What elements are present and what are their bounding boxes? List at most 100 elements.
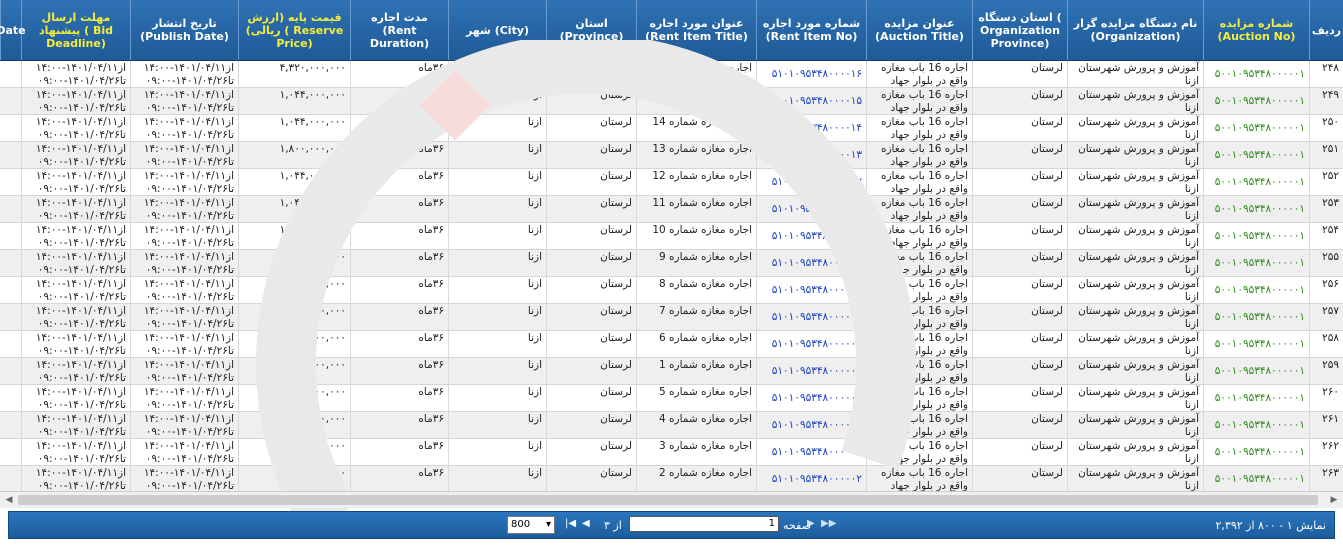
cell-auction-no[interactable]: ۵۰۰۱۰۹۵۳۴۸۰۰۰۰۰۱ [1203, 250, 1309, 277]
cell-rent-item-no[interactable]: ۵۱۰۱۰۹۵۳۴۸۰۰۰۰۰۱ [756, 358, 866, 385]
cell-rent-item-no[interactable]: ۵۱۰۱۰۹۵۳۴۸۰۰۰۰۱۶ [756, 61, 866, 88]
cell-auction-no[interactable]: ۵۰۰۱۰۹۵۳۴۸۰۰۰۰۰۱ [1203, 61, 1309, 88]
table-row[interactable]: ۲۶۱ ۵۰۰۱۰۹۵۳۴۸۰۰۰۰۰۱ آموزش و پرورش شهرستان… [0, 412, 1343, 439]
column-header-price[interactable]: قیمت پایه (ارزش ریالی) ( Reserve Price) [238, 0, 350, 60]
cell-rent-item-title: اجاره مغازه شماره 4 [636, 412, 756, 439]
cell-auction-title: اجاره 16 باب مغازه واقع در بلوار جهاد [866, 61, 972, 88]
table-row[interactable]: ۲۴۸ ۵۰۰۱۰۹۵۳۴۸۰۰۰۰۰۱ آموزش و پرورش شهرستان… [0, 61, 1343, 88]
column-header-rent-item-title[interactable]: عنوان مورد اجاره (Rent Item Title) [636, 0, 756, 60]
column-header-rent-item-no[interactable]: شماره مورد اجاره (Rent Item No) [756, 0, 866, 60]
column-header-auction-title[interactable]: عنوان مزایده (Auction Title) [866, 0, 972, 60]
cell-row: ۲۶۱ [1309, 412, 1343, 439]
scroll-left-icon[interactable]: ◀ [2, 494, 16, 506]
table-row[interactable]: ۲۵۰ ۵۰۰۱۰۹۵۳۴۸۰۰۰۰۰۱ آموزش و پرورش شهرستان… [0, 115, 1343, 142]
cell-row: ۲۵۹ [1309, 358, 1343, 385]
cell-auction-title: اجاره 16 باب مغازه واقع در بلوار جهاد [866, 88, 972, 115]
cell-auction-no[interactable]: ۵۰۰۱۰۹۵۳۴۸۰۰۰۰۰۱ [1203, 196, 1309, 223]
cell-rent-item-no[interactable]: ۵۱۰۱۰۹۵۳۴۸۰۰۰۰۱۳ [756, 142, 866, 169]
column-header-org-province[interactable]: استان دستگاه ( Organization Province) [972, 0, 1067, 60]
table-row[interactable]: ۲۵۶ ۵۰۰۱۰۹۵۳۴۸۰۰۰۰۰۱ آموزش و پرورش شهرستان… [0, 277, 1343, 304]
column-header-publish[interactable]: تاریخ انتشار (Publish Date) [130, 0, 238, 60]
cell-rent-item-no[interactable]: ۵۱۰۱۰۹۵۳۴۸۰۰۰۰۰۳ [756, 439, 866, 466]
cell-auction-no[interactable]: ۵۰۰۱۰۹۵۳۴۸۰۰۰۰۰۱ [1203, 115, 1309, 142]
first-page-icon[interactable]: |◀ [565, 518, 576, 529]
scroll-right-icon[interactable]: ▶ [1327, 494, 1341, 506]
table-row[interactable]: ۲۵۲ ۵۰۰۱۰۹۵۳۴۸۰۰۰۰۰۱ آموزش و پرورش شهرستان… [0, 169, 1343, 196]
cell-rent-item-no[interactable]: ۵۱۰۱۰۹۵۳۴۸۰۰۰۰۰۷ [756, 304, 866, 331]
cell-rent-item-no[interactable]: ۵۱۰۱۰۹۵۳۴۸۰۰۰۰۰۵ [756, 385, 866, 412]
column-header-duration[interactable]: مدت اجاره (Rent Duration) [350, 0, 448, 60]
column-header-auction-no[interactable]: شماره مزایده (Auction No) [1203, 0, 1309, 60]
cell-duration: ۳۶ماه [350, 142, 448, 169]
cell-rent-item-no[interactable]: ۵۱۰۱۰۹۵۳۴۸۰۰۰۰۱۱ [756, 196, 866, 223]
column-header-province[interactable]: استان (Province) [546, 0, 636, 60]
column-header-deadline[interactable]: مهلت ارسال پیشنهاد ( Bid Deadline) [21, 0, 130, 60]
cell-auction-no[interactable]: ۵۰۰۱۰۹۵۳۴۸۰۰۰۰۰۱ [1203, 223, 1309, 250]
cell-auction-no[interactable]: ۵۰۰۱۰۹۵۳۴۸۰۰۰۰۰۱ [1203, 331, 1309, 358]
cell-rent-item-no[interactable]: ۵۱۰۱۰۹۵۳۴۸۰۰۰۰۰۴ [756, 412, 866, 439]
cell-price: ۱,۸۰۰,۰۰۰,۰۰۰ [238, 412, 350, 439]
cell-rent-item-no[interactable]: ۵۱۰۱۰۹۵۳۴۸۰۰۰۰۱۴ [756, 115, 866, 142]
cell-org-province: لرستان [972, 169, 1067, 196]
table-row[interactable]: ۲۶۳ ۵۰۰۱۰۹۵۳۴۸۰۰۰۰۰۱ آموزش و پرورش شهرستان… [0, 466, 1343, 491]
page-number-input[interactable]: 1 [629, 516, 779, 532]
column-header-city[interactable]: شهر (City) [448, 0, 546, 60]
column-header-row[interactable]: ردیف [1309, 0, 1343, 60]
table-row[interactable]: ۲۶۰ ۵۰۰۱۰۹۵۳۴۸۰۰۰۰۰۱ آموزش و پرورش شهرستان… [0, 385, 1343, 412]
scrollbar-thumb[interactable] [18, 495, 1318, 505]
cell-city: ازنا [448, 331, 546, 358]
page-size-select[interactable]: 800 ▾ [507, 516, 555, 534]
cell-publish: از۱۴۰۱/۰۴/۱۱-۱۴:۰۰ تا۱۴۰۱/۰۴/۲۶-۰۹:۰۰ [130, 115, 238, 142]
cell-row: ۲۵۰ [1309, 115, 1343, 142]
table-row[interactable]: ۲۶۲ ۵۰۰۱۰۹۵۳۴۸۰۰۰۰۰۱ آموزش و پرورش شهرستان… [0, 439, 1343, 466]
cell-duration: ۳۶ماه [350, 277, 448, 304]
column-header-extra[interactable]: Date [0, 0, 26, 60]
table-row[interactable]: ۲۵۴ ۵۰۰۱۰۹۵۳۴۸۰۰۰۰۰۱ آموزش و پرورش شهرستان… [0, 223, 1343, 250]
cell-auction-no[interactable]: ۵۰۰۱۰۹۵۳۴۸۰۰۰۰۰۱ [1203, 88, 1309, 115]
cell-duration: ۳۶ماه [350, 412, 448, 439]
cell-duration: ۳۶ماه [350, 196, 448, 223]
cell-publish: از۱۴۰۱/۰۴/۱۱-۱۴:۰۰ تا۱۴۰۱/۰۴/۲۶-۰۹:۰۰ [130, 466, 238, 491]
cell-rent-item-no[interactable]: ۵۱۰۱۰۹۵۳۴۸۰۰۰۰۰۸ [756, 277, 866, 304]
cell-publish: از۱۴۰۱/۰۴/۱۱-۱۴:۰۰ تا۱۴۰۱/۰۴/۲۶-۰۹:۰۰ [130, 250, 238, 277]
table-row[interactable]: ۲۵۵ ۵۰۰۱۰۹۵۳۴۸۰۰۰۰۰۱ آموزش و پرورش شهرستان… [0, 250, 1343, 277]
cell-auction-title: اجاره 16 باب مغازه واقع در بلوار جهاد [866, 439, 972, 466]
cell-rent-item-title: اجاره مغازه شماره 9 [636, 250, 756, 277]
cell-auction-no[interactable]: ۵۰۰۱۰۹۵۳۴۸۰۰۰۰۰۱ [1203, 142, 1309, 169]
prev-page-icon[interactable]: ◀ [582, 518, 590, 529]
cell-auction-no[interactable]: ۵۰۰۱۰۹۵۳۴۸۰۰۰۰۰۱ [1203, 169, 1309, 196]
table-row[interactable]: ۲۵۸ ۵۰۰۱۰۹۵۳۴۸۰۰۰۰۰۱ آموزش و پرورش شهرستان… [0, 331, 1343, 358]
table-row[interactable]: ۲۴۹ ۵۰۰۱۰۹۵۳۴۸۰۰۰۰۰۱ آموزش و پرورش شهرستان… [0, 88, 1343, 115]
cell-rent-item-no[interactable]: ۵۱۰۱۰۹۵۳۴۸۰۰۰۰۰۲ [756, 466, 866, 491]
cell-auction-no[interactable]: ۵۰۰۱۰۹۵۳۴۸۰۰۰۰۰۱ [1203, 304, 1309, 331]
cell-duration: ۳۶ماه [350, 331, 448, 358]
cell-org-province: لرستان [972, 304, 1067, 331]
table-row[interactable]: ۲۵۳ ۵۰۰۱۰۹۵۳۴۸۰۰۰۰۰۱ آموزش و پرورش شهرستان… [0, 196, 1343, 223]
cell-org: آموزش و پرورش شهرستان ازنا [1067, 169, 1203, 196]
table-row[interactable]: ۲۵۹ ۵۰۰۱۰۹۵۳۴۸۰۰۰۰۰۱ آموزش و پرورش شهرستان… [0, 358, 1343, 385]
cell-rent-item-no[interactable]: ۵۱۰۱۰۹۵۳۴۸۰۰۰۰۰۶ [756, 331, 866, 358]
cell-auction-no[interactable]: ۵۰۰۱۰۹۵۳۴۸۰۰۰۰۰۱ [1203, 277, 1309, 304]
table-row[interactable]: ۲۵۱ ۵۰۰۱۰۹۵۳۴۸۰۰۰۰۰۱ آموزش و پرورش شهرستان… [0, 142, 1343, 169]
cell-org: آموزش و پرورش شهرستان ازنا [1067, 61, 1203, 88]
horizontal-scrollbar[interactable]: ◀ ▶ [0, 491, 1343, 508]
cell-auction-no[interactable]: ۵۰۰۱۰۹۵۳۴۸۰۰۰۰۰۱ [1203, 385, 1309, 412]
cell-publish: از۱۴۰۱/۰۴/۱۱-۱۴:۰۰ تا۱۴۰۱/۰۴/۲۶-۰۹:۰۰ [130, 169, 238, 196]
cell-duration: ۳۶ماه [350, 61, 448, 88]
cell-province: لرستان [546, 142, 636, 169]
cell-rent-item-no[interactable]: ۵۱۰۱۰۹۵۳۴۸۰۰۰۰۱۵ [756, 88, 866, 115]
table-row[interactable]: ۲۵۷ ۵۰۰۱۰۹۵۳۴۸۰۰۰۰۰۱ آموزش و پرورش شهرستان… [0, 304, 1343, 331]
page-count: از ۳ [604, 519, 622, 532]
column-header-org[interactable]: نام دستگاه مزایده گزار (Organization) [1067, 0, 1203, 60]
cell-rent-item-no[interactable]: ۵۱۰۱۰۹۵۳۴۸۰۰۰۰۱۰ [756, 223, 866, 250]
cell-auction-no[interactable]: ۵۰۰۱۰۹۵۳۴۸۰۰۰۰۰۱ [1203, 358, 1309, 385]
cell-auction-no[interactable]: ۵۰۰۱۰۹۵۳۴۸۰۰۰۰۰۱ [1203, 439, 1309, 466]
next-page-icon[interactable]: ▶▶ [821, 518, 836, 529]
cell-auction-no[interactable]: ۵۰۰۱۰۹۵۳۴۸۰۰۰۰۰۱ [1203, 412, 1309, 439]
auction-grid: ردیف شماره مزایده (Auction No) نام دستگاه … [0, 0, 1343, 560]
cell-publish: از۱۴۰۱/۰۴/۱۱-۱۴:۰۰ تا۱۴۰۱/۰۴/۲۶-۰۹:۰۰ [130, 304, 238, 331]
cell-auction-no[interactable]: ۵۰۰۱۰۹۵۳۴۸۰۰۰۰۰۱ [1203, 466, 1309, 491]
cell-rent-item-title: اجاره مغازه شماره 6 [636, 331, 756, 358]
cell-rent-item-no[interactable]: ۵۱۰۱۰۹۵۳۴۸۰۰۰۰۰۹ [756, 250, 866, 277]
cell-rent-item-no[interactable]: ۵۱۰۱۰۹۵۳۴۸۰۰۰۰۱۲ [756, 169, 866, 196]
